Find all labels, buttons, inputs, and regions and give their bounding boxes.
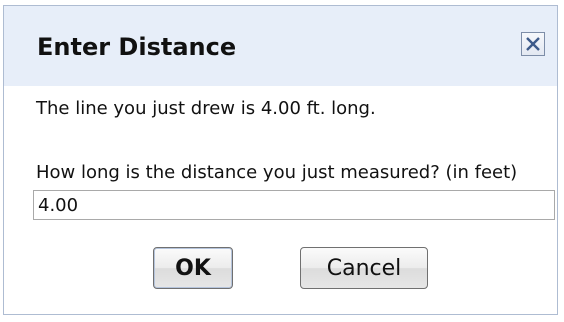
distance-input[interactable]: [33, 190, 555, 220]
distance-prompt-label: How long is the distance you just measur…: [36, 162, 518, 183]
dialog-title: Enter Distance: [37, 33, 237, 61]
dialog-titlebar: Enter Distance: [4, 6, 557, 86]
enter-distance-dialog: Enter Distance The line you just drew is…: [3, 5, 558, 315]
close-button[interactable]: [521, 32, 545, 56]
close-x-icon: [526, 37, 540, 51]
ok-button[interactable]: OK: [153, 247, 233, 289]
cancel-button[interactable]: Cancel: [300, 247, 428, 289]
distance-message: The line you just drew is 4.00 ft. long.: [36, 98, 376, 119]
